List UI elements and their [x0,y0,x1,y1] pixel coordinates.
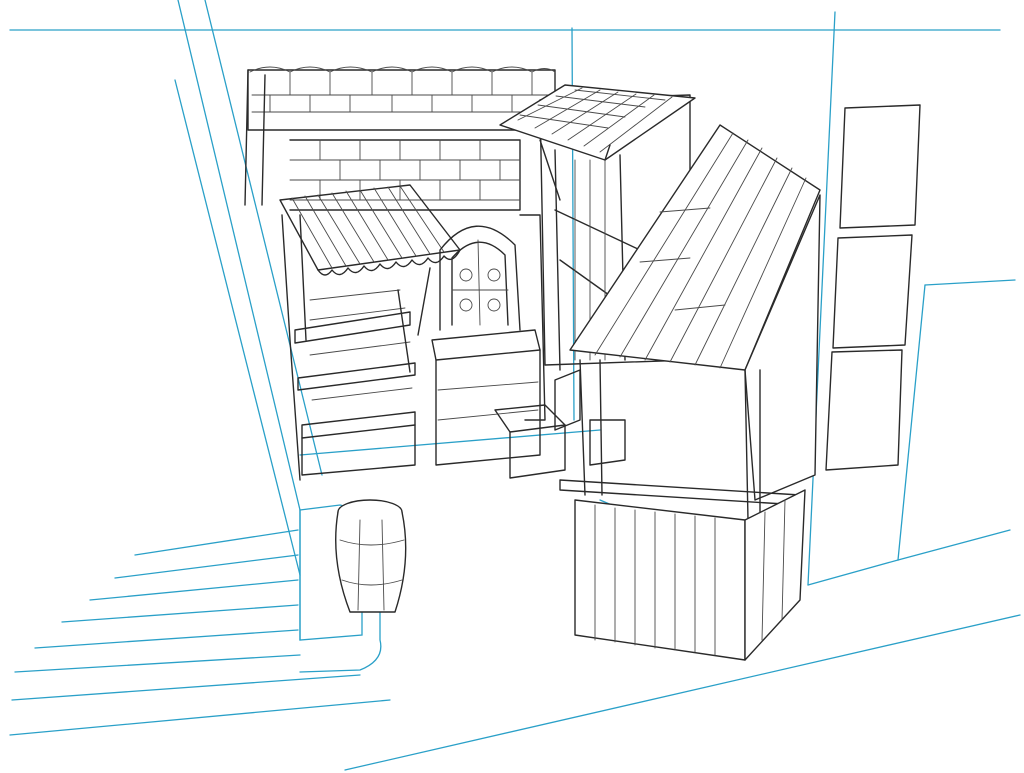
back-brick-wall [244,66,556,211]
left-shelf-stall [279,184,461,481]
market-alley-sketch [9,0,1021,771]
sketch-canvas [0,0,1024,773]
barrel [335,499,407,613]
arched-window [439,214,546,421]
tiled-awning [499,84,696,201]
right-wall-windows [825,104,921,471]
front-stall [554,124,821,661]
center-counter [431,329,541,466]
